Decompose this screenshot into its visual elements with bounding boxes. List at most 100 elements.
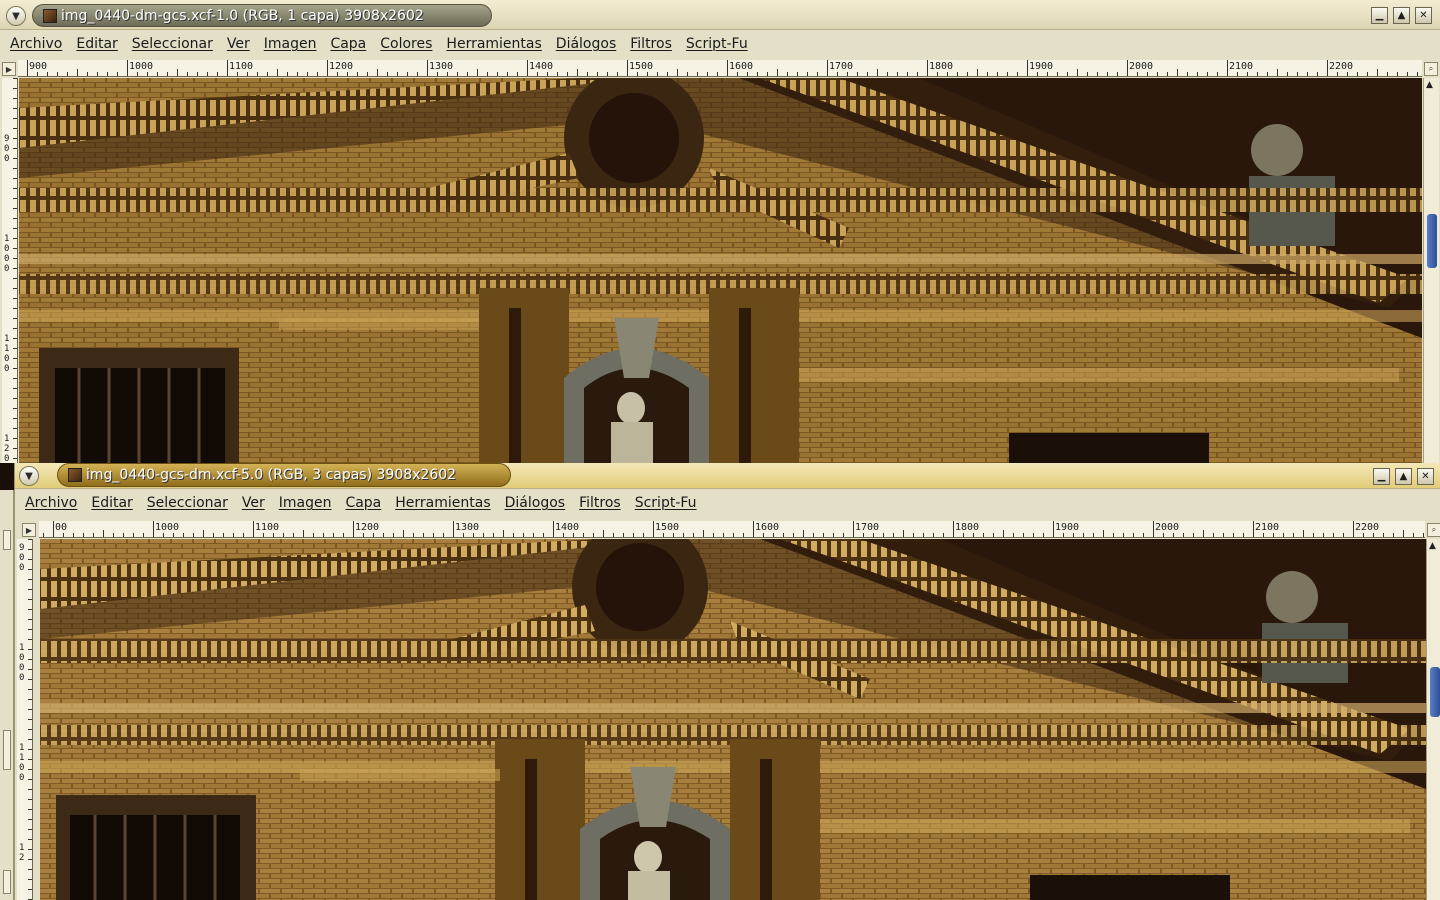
ruler-tick	[863, 533, 864, 537]
menu-capa[interactable]: Capa	[330, 36, 366, 52]
menu-imagen[interactable]: Imagen	[279, 495, 332, 511]
ruler-tick	[327, 60, 328, 76]
ruler-tick	[583, 533, 584, 537]
title-bar[interactable]: ▼ img_0440-dm-gcs.xcf-1.0 (RGB, 1 capa) …	[0, 0, 1440, 30]
minimize-button[interactable]: ▁	[1371, 7, 1388, 24]
ruler-tick	[28, 589, 32, 590]
ruler-tick	[1377, 69, 1378, 76]
ruler-tick	[973, 533, 974, 537]
window-edge-strip	[0, 490, 14, 900]
zoom-button[interactable]: ⌕	[1427, 523, 1440, 537]
close-button[interactable]: ✕	[1417, 468, 1434, 485]
ruler-tick	[467, 72, 468, 76]
ruler-tick	[933, 533, 934, 537]
ruler-tick	[28, 839, 32, 840]
ruler-tick	[763, 533, 764, 537]
ruler-tick	[413, 533, 414, 537]
ruler-tick	[647, 72, 648, 76]
window-controls: ▁ ▲ ✕	[1373, 468, 1434, 485]
ruler-label: 1400	[555, 522, 580, 533]
menu-capa[interactable]: Capa	[345, 495, 381, 511]
ruler-tick	[423, 533, 424, 537]
scroll-up-icon[interactable]: ▲	[1426, 80, 1433, 90]
scroll-thumb[interactable]	[1430, 667, 1440, 717]
maximize-button[interactable]: ▲	[1393, 7, 1410, 24]
window-menu-button[interactable]: ▼	[6, 6, 26, 26]
menu-archivo[interactable]: Archivo	[10, 36, 62, 52]
ruler-tick	[773, 533, 774, 537]
title-bar[interactable]: ▼ img_0440-gcs-dm.xcf-5.0 (RGB, 3 capas)…	[15, 463, 1440, 489]
menu-editar[interactable]: Editar	[76, 36, 117, 52]
ruler-tick	[287, 72, 288, 76]
edge-handle[interactable]	[3, 530, 11, 550]
ruler-tick	[1407, 72, 1408, 76]
zoom-button[interactable]: ⌕	[1424, 62, 1438, 76]
menu-seleccionar[interactable]: Seleccionar	[132, 36, 213, 52]
ruler-tick	[453, 521, 454, 537]
horizontal-ruler[interactable]: 00 1000 1100 1200 1300 1400 1500 1600 1700 1800 19…	[39, 521, 1425, 538]
menu-editar[interactable]: Editar	[91, 495, 132, 511]
window-menu-button[interactable]: ▼	[19, 466, 39, 486]
menu-imagen[interactable]: Imagen	[264, 36, 317, 52]
menu-archivo[interactable]: Archivo	[25, 495, 77, 511]
minimize-icon: ▁	[1375, 9, 1384, 21]
ruler-label: 00	[55, 522, 68, 533]
ruler-tick	[1023, 533, 1024, 537]
menu-herramientas[interactable]: Herramientas	[446, 36, 541, 52]
ruler-tick	[13, 318, 17, 319]
ruler-tick	[28, 869, 32, 870]
edge-handle[interactable]	[3, 730, 11, 770]
ruler-tick	[397, 72, 398, 76]
ruler-label: 1700	[829, 61, 854, 72]
ruler-tick	[28, 559, 32, 560]
ruler-tick	[1027, 60, 1028, 76]
minimize-button[interactable]: ▁	[1373, 468, 1390, 485]
ruler-tick	[697, 72, 698, 76]
edge-handle[interactable]	[3, 870, 11, 894]
ruler-label: 1100	[19, 743, 25, 783]
scroll-up-icon[interactable]: ▲	[1429, 541, 1436, 551]
menu-dialogos[interactable]: Diálogos	[505, 495, 565, 511]
menu-script-fu[interactable]: Script-Fu	[686, 36, 748, 52]
ruler-tick	[943, 533, 944, 537]
menu-script-fu[interactable]: Script-Fu	[635, 495, 697, 511]
menu-herramientas[interactable]: Herramientas	[395, 495, 490, 511]
ruler-tick	[1233, 533, 1234, 537]
ruler-tick	[13, 268, 17, 269]
image-canvas[interactable]	[19, 78, 1422, 463]
menu-seleccionar[interactable]: Seleccionar	[147, 495, 228, 511]
vertical-scrollbar[interactable]: ▲	[1423, 78, 1439, 463]
ruler-tick	[28, 759, 32, 760]
image-window-2: ▼ img_0440-gcs-dm.xcf-5.0 (RGB, 3 capas)…	[14, 463, 1440, 900]
scroll-thumb[interactable]	[1427, 214, 1437, 268]
ruler-tick	[87, 72, 88, 76]
menu-arrow-button[interactable]: ▶	[22, 523, 36, 537]
ruler-tick	[407, 72, 408, 76]
ruler-tick	[1137, 72, 1138, 76]
close-button[interactable]: ✕	[1415, 7, 1432, 24]
ruler-tick	[28, 739, 32, 740]
ruler-tick	[1193, 533, 1194, 537]
menu-dialogos[interactable]: Diálogos	[556, 36, 616, 52]
vertical-scrollbar[interactable]: ▲	[1426, 539, 1440, 900]
menu-filtros[interactable]: Filtros	[630, 36, 672, 52]
ruler-label: 900	[4, 134, 10, 164]
menu-ver[interactable]: Ver	[242, 495, 265, 511]
menu-arrow-button[interactable]: ▶	[2, 62, 16, 76]
ruler-tick	[28, 679, 32, 680]
vertical-ruler[interactable]: 900 1000 1100 12	[17, 539, 33, 900]
menu-colores[interactable]: Colores	[380, 36, 432, 52]
image-canvas[interactable]	[40, 539, 1426, 900]
ruler-label: 1000	[155, 522, 180, 533]
ruler-tick	[333, 533, 334, 537]
ruler-tick	[667, 72, 668, 76]
maximize-button[interactable]: ▲	[1395, 468, 1412, 485]
ruler-tick	[13, 88, 17, 89]
menu-ver[interactable]: Ver	[227, 36, 250, 52]
ruler-tick	[28, 669, 32, 670]
ruler-label: 1000	[19, 643, 25, 683]
vertical-ruler[interactable]: 900 1000 1100 1200	[2, 78, 18, 463]
menu-filtros[interactable]: Filtros	[579, 495, 621, 511]
horizontal-ruler[interactable]: 900 1000 1100 1200 1300 1400 1500 1600 1700 1800 1…	[18, 60, 1422, 77]
ruler-tick	[1123, 533, 1124, 537]
